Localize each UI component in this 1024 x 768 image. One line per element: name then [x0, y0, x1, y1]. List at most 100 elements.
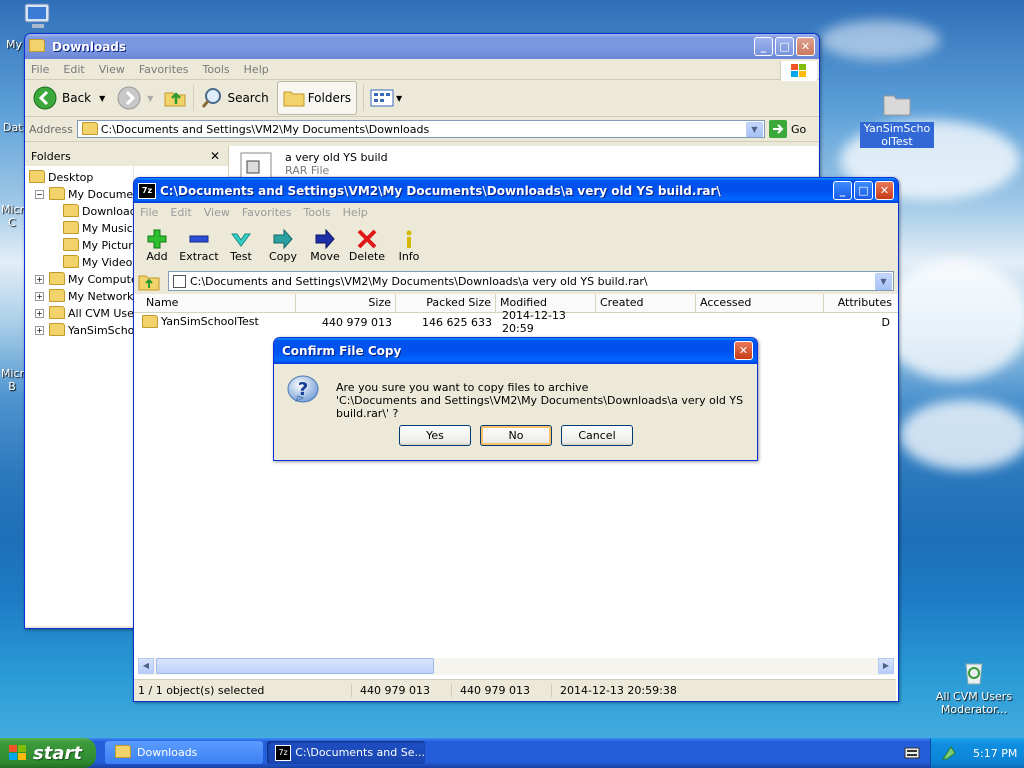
chevron-down-icon[interactable]: ▼: [99, 94, 105, 103]
explorer-titlebar[interactable]: Downloads _ □ ✕: [25, 34, 819, 59]
scroll-thumb[interactable]: [156, 658, 434, 674]
cancel-button[interactable]: Cancel: [561, 425, 633, 446]
menu-help[interactable]: Help: [343, 206, 368, 219]
menu-view[interactable]: View: [99, 63, 125, 76]
folder-icon: [29, 169, 45, 183]
expand-icon[interactable]: +: [35, 325, 44, 335]
menu-favorites[interactable]: Favorites: [139, 63, 189, 76]
go-button[interactable]: Go: [769, 120, 815, 138]
tree-item[interactable]: Desktop: [29, 169, 93, 185]
computer-icon: [24, 3, 50, 28]
tree-item-label: YanSimSchoo: [68, 323, 133, 337]
status-size: 440 979 013: [352, 684, 452, 697]
desktop-label-clipped: My: [6, 38, 23, 51]
minimize-button[interactable]: _: [833, 181, 852, 200]
close-button[interactable]: ✕: [875, 181, 894, 200]
taskbar: start Downloads 7z C:\Documents and Se..…: [0, 738, 1024, 768]
no-button[interactable]: No: [480, 425, 552, 446]
tree-item[interactable]: My Pictur: [63, 237, 133, 253]
start-button[interactable]: start: [0, 738, 96, 768]
tree-item[interactable]: + My Network P: [35, 288, 133, 304]
column-size[interactable]: Size: [296, 294, 396, 312]
tree-item[interactable]: My Videos: [63, 254, 133, 270]
taskbar-item-sevenzip[interactable]: 7z C:\Documents and Se...: [267, 741, 425, 764]
forward-button[interactable]: ▼: [117, 86, 153, 110]
maximize-button[interactable]: □: [775, 37, 794, 56]
tree-item[interactable]: + My Computer: [35, 271, 133, 287]
info-icon: [406, 230, 412, 248]
expand-icon[interactable]: +: [35, 308, 44, 318]
chevron-down-icon[interactable]: ▼: [147, 94, 153, 103]
close-button[interactable]: ✕: [796, 37, 815, 56]
menu-file[interactable]: File: [31, 63, 49, 76]
window-title: C:\Documents and Settings\VM2\My Documen…: [160, 183, 721, 198]
desktop-icon-my-computer[interactable]: [22, 2, 54, 32]
tree-item[interactable]: Download: [63, 203, 133, 219]
delete-button[interactable]: Delete: [346, 228, 388, 263]
back-button[interactable]: Back ▼: [33, 86, 105, 110]
maximize-button[interactable]: □: [854, 181, 873, 200]
row-modified: 2014-12-13 20:59: [502, 309, 566, 335]
address-input[interactable]: C:\Documents and Settings\VM2\My Documen…: [76, 120, 765, 138]
forward-arrow-icon: [117, 86, 141, 110]
move-button[interactable]: Move: [304, 228, 346, 263]
chevron-down-icon[interactable]: ▼: [875, 273, 892, 290]
close-icon[interactable]: ✕: [210, 149, 220, 163]
tree-item-label: My Videos: [82, 255, 133, 269]
sevenzip-titlebar[interactable]: 7z C:\Documents and Settings\VM2\My Docu…: [134, 178, 898, 203]
horizontal-scrollbar[interactable]: ◀ ▶: [138, 658, 894, 675]
archive-path-input[interactable]: C:\Documents and Settings\VM2\My Documen…: [168, 271, 894, 291]
expand-icon[interactable]: +: [35, 274, 44, 284]
column-packed-size[interactable]: Packed Size: [396, 294, 496, 312]
tree-item[interactable]: − My Document: [35, 186, 133, 202]
scroll-left-button[interactable]: ◀: [138, 658, 154, 674]
address-value: C:\Documents and Settings\VM2\My Documen…: [100, 122, 430, 136]
info-button[interactable]: Info: [388, 228, 430, 263]
status-packed: 440 979 013: [452, 684, 552, 697]
network-icon[interactable]: [941, 745, 957, 761]
go-arrow-icon: [769, 120, 787, 138]
menu-tools[interactable]: Tools: [203, 63, 230, 76]
scroll-right-button[interactable]: ▶: [878, 658, 894, 674]
folders-button[interactable]: Folders: [276, 81, 358, 115]
extract-button[interactable]: Extract: [178, 228, 220, 263]
move-label: Move: [310, 249, 340, 263]
up-folder-button[interactable]: [163, 85, 187, 112]
close-button[interactable]: ✕: [734, 341, 753, 360]
column-name[interactable]: Name: [134, 294, 296, 312]
desktop-icon-label: All CVM Users Moderator...: [935, 690, 1013, 716]
menu-favorites[interactable]: Favorites: [242, 206, 292, 219]
expand-icon[interactable]: +: [35, 291, 44, 301]
test-button[interactable]: Test: [220, 228, 262, 263]
menu-view[interactable]: View: [204, 206, 230, 219]
taskbar-item-downloads[interactable]: Downloads: [105, 741, 263, 764]
add-button[interactable]: Add: [136, 228, 178, 263]
keyboard-icon[interactable]: [904, 747, 920, 759]
up-folder-icon: [164, 91, 186, 106]
menu-edit[interactable]: Edit: [63, 63, 84, 76]
search-button[interactable]: Search: [200, 86, 269, 110]
tree-item[interactable]: + All CVM Users: [35, 305, 133, 321]
tree-item[interactable]: My Music: [63, 220, 133, 236]
dialog-titlebar[interactable]: Confirm File Copy ✕: [274, 338, 757, 364]
views-button[interactable]: ▼: [370, 88, 402, 108]
minimize-button[interactable]: _: [754, 37, 773, 56]
yes-button[interactable]: Yes: [399, 425, 471, 446]
confirm-dialog[interactable]: Confirm File Copy ✕ ? Are you sure you w…: [273, 337, 758, 461]
menu-tools[interactable]: Tools: [304, 206, 331, 219]
desktop-icon-yansimschooltest[interactable]: YanSimSchoolTest: [857, 88, 937, 148]
tree-item[interactable]: + YanSimSchoo: [35, 322, 133, 338]
desktop-icon-recycle-bin[interactable]: All CVM Users Moderator...: [934, 656, 1014, 716]
column-created[interactable]: Created: [596, 294, 696, 312]
menu-edit[interactable]: Edit: [170, 206, 191, 219]
menu-help[interactable]: Help: [244, 63, 269, 76]
chevron-down-icon[interactable]: ▼: [396, 94, 402, 103]
up-folder-icon[interactable]: [138, 271, 160, 291]
chevron-down-icon[interactable]: ▼: [746, 122, 763, 137]
collapse-icon[interactable]: −: [35, 189, 44, 199]
column-attributes[interactable]: Attributes: [824, 294, 896, 312]
table-row[interactable]: YanSimSchoolTest 440 979 013 146 625 633…: [134, 309, 898, 335]
copy-button[interactable]: Copy: [262, 228, 304, 263]
column-accessed[interactable]: Accessed: [696, 294, 824, 312]
menu-file[interactable]: File: [140, 206, 158, 219]
